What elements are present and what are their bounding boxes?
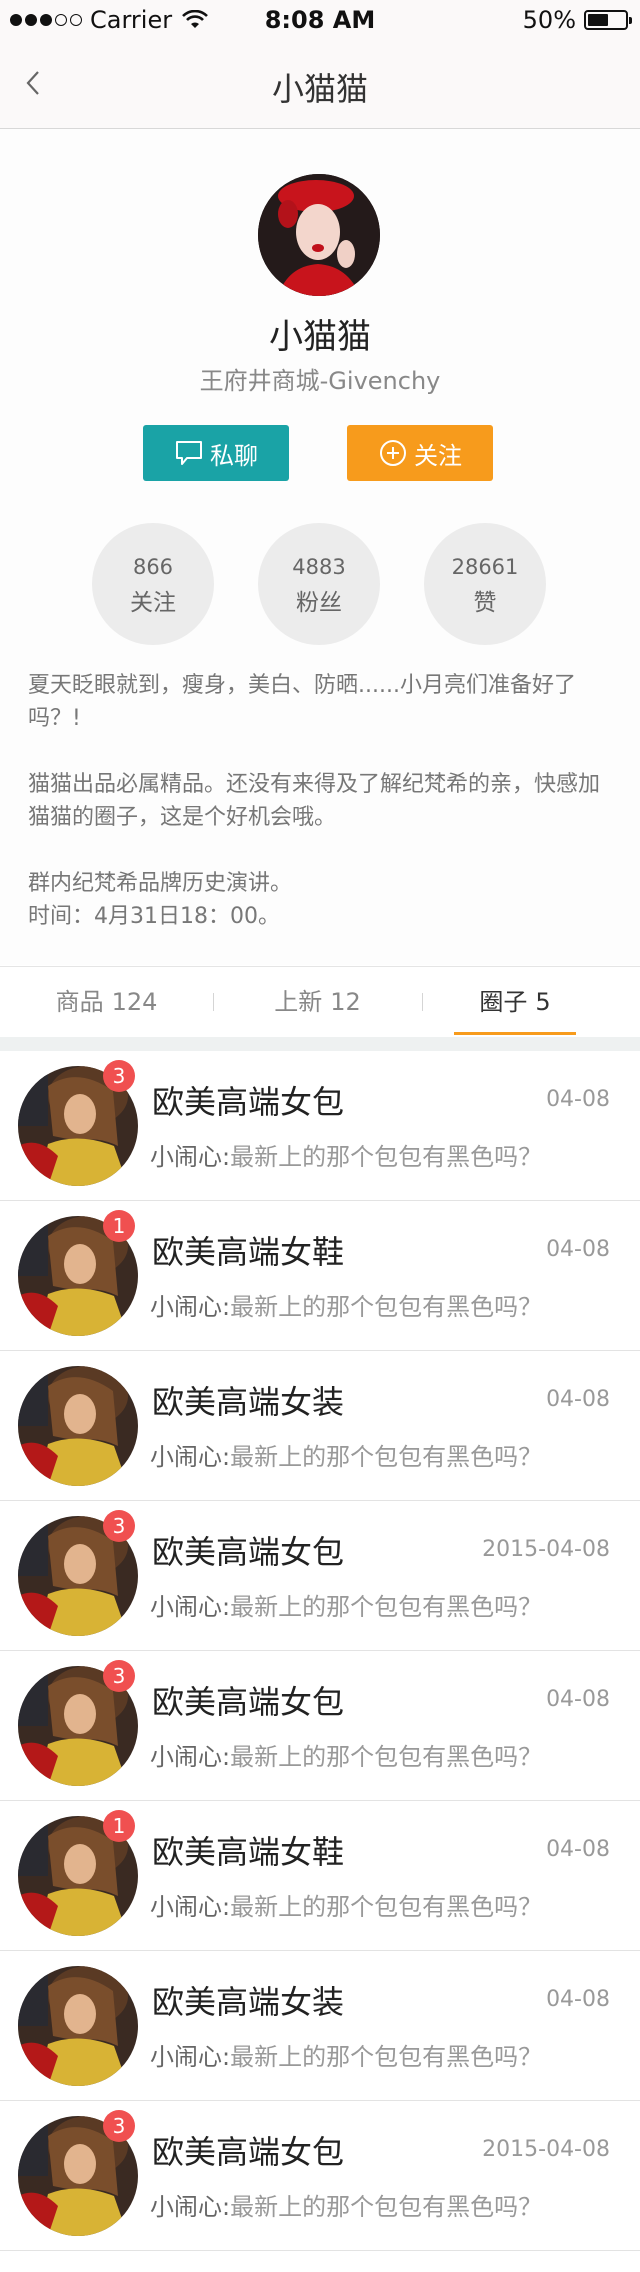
avatar [18,1966,138,2086]
tab-circles[interactable]: 圈子 5 [423,967,607,1037]
follow-button[interactable]: 关注 [347,425,493,481]
tab-new[interactable]: 上新 12 [214,967,421,1037]
list-item-message: 小闹心:最新上的那个包包有黑色吗？ [150,2187,542,2222]
list-item-message: 小闹心:最新上的那个包包有黑色吗？ [150,1887,542,1922]
avatar [18,1366,138,1486]
section-divider [0,1037,640,1051]
message-text: 最新上的那个包包有黑色吗？ [230,1143,543,1171]
battery-icon [584,10,632,30]
tab-products[interactable]: 商品 124 [0,967,213,1037]
unread-badge: 3 [103,1060,135,1092]
list-item-title: 欧美高端女鞋 [152,1233,345,1271]
tab-count: 5 [535,988,551,1016]
tab-label: 上新 [274,988,323,1016]
list-item[interactable]: 3 欧美高端女包 04-08 小闹心:最新上的那个包包有黑色吗？ [0,1051,640,1201]
list-item-date: 04-08 [546,1387,610,1412]
message-sender: 小闹心: [150,1293,231,1321]
list-item-message: 小闹心:最新上的那个包包有黑色吗？ [150,1437,542,1472]
stat-following[interactable]: 866 关注 [92,523,214,645]
chat-button[interactable]: 私聊 [143,425,289,481]
status-bar: Carrier 8:08 AM 50% [0,0,640,40]
stat-label: 粉丝 [296,590,342,616]
stat-likes[interactable]: 28661 赞 [424,523,546,645]
bio-paragraph: 群内纪梵希品牌历史演讲。 [28,871,293,896]
list-item-title: 欧美高端女包 [152,1083,345,1121]
list-item-title: 欧美高端女包 [152,1533,345,1571]
message-text: 最新上的那个包包有黑色吗？ [230,2043,543,2071]
list-item-message: 小闹心:最新上的那个包包有黑色吗？ [150,1287,542,1322]
stat-label: 关注 [130,590,176,616]
message-text: 最新上的那个包包有黑色吗？ [230,1593,543,1621]
page-title: 小猫猫 [271,70,368,108]
list-item-date: 04-08 [546,1837,610,1862]
stat-value: 4883 [292,555,346,579]
message-text: 最新上的那个包包有黑色吗？ [230,1443,543,1471]
list-item-message: 小闹心:最新上的那个包包有黑色吗？ [150,1737,542,1772]
list-item[interactable]: 1 欧美高端女鞋 04-08 小闹心:最新上的那个包包有黑色吗？ [0,1801,640,1951]
chat-bubble-icon [176,441,202,465]
list-item[interactable]: 3 欧美高端女包 2015-04-08 小闹心:最新上的那个包包有黑色吗？ [0,1501,640,1651]
tab-label: 圈子 [479,988,528,1016]
message-sender: 小闹心: [150,2193,231,2221]
list-item[interactable]: 欧美高端女装 04-08 小闹心:最新上的那个包包有黑色吗？ [0,1351,640,1501]
message-sender: 小闹心: [150,2043,231,2071]
list-item[interactable]: 1 欧美高端女鞋 04-08 小闹心:最新上的那个包包有黑色吗？ [0,1201,640,1351]
tab-count: 12 [330,988,361,1016]
bio-paragraph: 夏天眨眼就到，瘦身，美白、防晒......小月亮们准备好了吗？! [28,673,576,731]
message-sender: 小闹心: [150,1893,231,1921]
tab-active-indicator [454,1032,576,1035]
list-item-title: 欧美高端女鞋 [152,1833,345,1871]
stat-fans[interactable]: 4883 粉丝 [258,523,380,645]
list-item[interactable]: 3 欧美高端女包 04-08 小闹心:最新上的那个包包有黑色吗？ [0,1651,640,1801]
list-item[interactable]: 欧美高端女装 04-08 小闹心:最新上的那个包包有黑色吗？ [0,1951,640,2101]
tab-bar: 商品 124 上新 12 圈子 5 [0,966,640,1037]
list-item-message: 小闹心:最新上的那个包包有黑色吗？ [150,1587,542,1622]
profile-name: 小猫猫 [269,317,371,357]
unread-badge: 3 [103,1510,135,1542]
stat-value: 866 [132,555,174,579]
profile-header: 小猫猫 王府井商城-Givenchy 私聊 关注 866 关注 4883 粉丝 … [0,129,640,965]
list-item-title: 欧美高端女装 [152,1383,345,1421]
list-item-date: 2015-04-08 [482,2137,610,2162]
unread-badge: 1 [103,1810,135,1842]
list-item-title: 欧美高端女包 [152,2133,345,2171]
list-item[interactable]: 3 欧美高端女包 2015-04-08 小闹心:最新上的那个包包有黑色吗？ [0,2101,640,2251]
list-item-date: 04-08 [546,1237,610,1262]
plus-circle-icon [380,440,406,466]
profile-subtitle: 王府井商城-Givenchy [199,367,441,395]
list-item-date: 04-08 [546,1087,610,1112]
battery-status: 50% [522,6,632,34]
bio-paragraph: 猫猫出品必属精品。还没有来得及了解纪梵希的亲，快感加猫猫的圈子，这是个好机会哦。 [28,772,601,830]
follow-button-label: 关注 [414,441,462,470]
message-sender: 小闹心: [150,1443,231,1471]
unread-badge: 1 [103,1210,135,1242]
list-item-title: 欧美高端女装 [152,1983,345,2021]
chat-button-label: 私聊 [210,441,258,470]
tab-count: 124 [111,988,158,1016]
message-sender: 小闹心: [150,1743,231,1771]
message-text: 最新上的那个包包有黑色吗？ [230,1293,543,1321]
list-item-date: 2015-04-08 [482,1537,610,1562]
list-item-title: 欧美高端女包 [152,1683,345,1721]
message-text: 最新上的那个包包有黑色吗？ [230,1743,543,1771]
unread-badge: 3 [103,2110,135,2142]
circle-list: 3 欧美高端女包 04-08 小闹心:最新上的那个包包有黑色吗？ 1 欧美高端女鞋 04-… [0,1051,640,2251]
message-sender: 小闹心: [150,1593,231,1621]
list-item-date: 04-08 [546,1687,610,1712]
avatar [258,174,380,296]
list-item-message: 小闹心:最新上的那个包包有黑色吗？ [150,1137,542,1172]
list-item-message: 小闹心:最新上的那个包包有黑色吗？ [150,2037,542,2072]
message-text: 最新上的那个包包有黑色吗？ [230,2193,543,2221]
stat-label: 赞 [473,590,497,616]
message-sender: 小闹心: [150,1143,231,1171]
nav-bar: 小猫猫 [0,40,640,129]
bio-paragraph: 时间：4月31日18：00。 [28,904,280,929]
tab-label: 商品 [55,988,104,1016]
list-item-date: 04-08 [546,1987,610,2012]
stat-value: 28661 [451,555,519,579]
battery-percent: 50% [522,6,576,34]
profile-bio: 夏天眨眼就到，瘦身，美白、防晒......小月亮们准备好了吗？! 猫猫出品必属精… [28,669,612,933]
message-text: 最新上的那个包包有黑色吗？ [230,1893,543,1921]
unread-badge: 3 [103,1660,135,1692]
